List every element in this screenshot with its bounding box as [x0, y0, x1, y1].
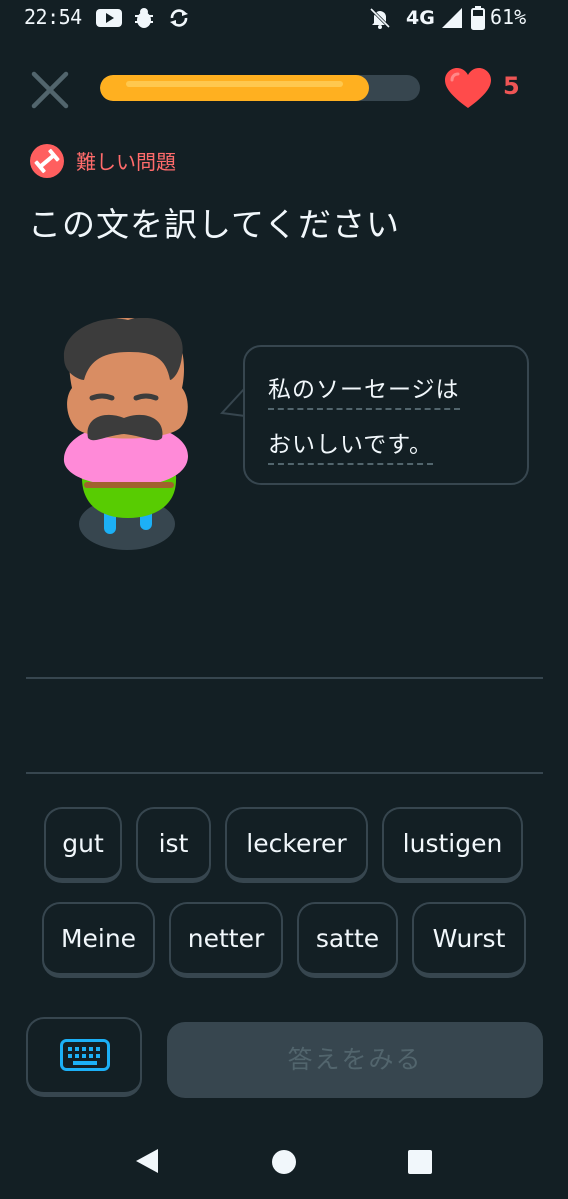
- home-icon[interactable]: [272, 1150, 296, 1174]
- battery-icon: [471, 6, 485, 30]
- heart-icon: [445, 68, 491, 108]
- back-icon[interactable]: [134, 1148, 160, 1174]
- word-chip[interactable]: gut: [44, 807, 122, 883]
- notifications-off-icon: [369, 7, 391, 29]
- battery-percent: 61%: [490, 5, 527, 29]
- signal-icon: [442, 8, 462, 28]
- keyboard-toggle-button[interactable]: [26, 1017, 142, 1097]
- progress-fill: [100, 75, 369, 101]
- character-illustration: [63, 318, 188, 550]
- word-chip[interactable]: ist: [136, 807, 211, 883]
- difficulty-label: 難しい問題: [76, 150, 176, 174]
- challenge-instruction: この文を訳してください: [28, 205, 401, 244]
- word-chip[interactable]: Wurst: [412, 902, 526, 978]
- sentence-line-2[interactable]: おいしいです。: [268, 425, 434, 465]
- progress-highlight: [126, 81, 343, 87]
- recents-icon[interactable]: [408, 1150, 432, 1174]
- dumbbell-icon: [34, 148, 60, 174]
- word-chip[interactable]: lustigen: [382, 807, 523, 883]
- answer-line-2: [26, 772, 543, 774]
- status-time: 22:54: [24, 5, 82, 29]
- word-chip[interactable]: netter: [169, 902, 283, 978]
- hearts-count: 5: [503, 72, 520, 100]
- sync-icon: [170, 9, 188, 27]
- hard-challenge-badge: [30, 144, 64, 178]
- keyboard-icon: [60, 1039, 110, 1071]
- bug-icon: [135, 8, 153, 28]
- network-type: 4G: [406, 7, 435, 29]
- lesson-progress-bar: [100, 75, 420, 101]
- youtube-icon: [96, 9, 122, 27]
- word-chip[interactable]: Meine: [42, 902, 155, 978]
- word-chip[interactable]: leckerer: [225, 807, 368, 883]
- close-icon: [31, 71, 69, 109]
- word-chip[interactable]: satte: [297, 902, 398, 978]
- check-answer-button[interactable]: 答えをみる: [167, 1022, 543, 1098]
- answer-line-1: [26, 677, 543, 679]
- status-bar: 22:54 4G 61%: [0, 0, 568, 38]
- close-button[interactable]: [28, 68, 72, 112]
- sentence-line-1[interactable]: 私のソーセージは: [268, 370, 460, 410]
